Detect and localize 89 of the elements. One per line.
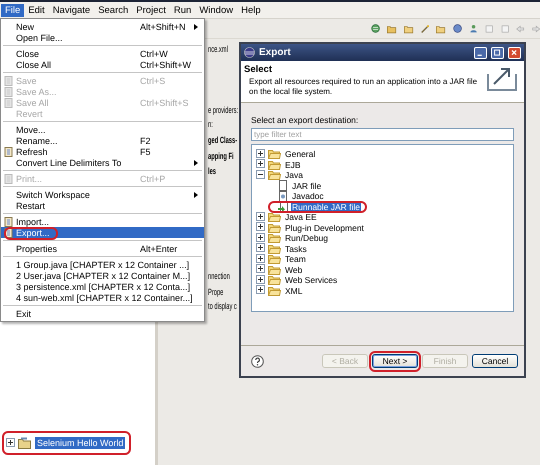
menu-item[interactable]: Convert Line Delimiters To <box>1 157 204 168</box>
form-label: n: <box>208 119 213 129</box>
folder-icon <box>268 170 281 180</box>
section-heading: les <box>208 166 216 176</box>
folder-icon <box>268 275 281 286</box>
menu-bar-item[interactable]: Navigate <box>48 4 94 16</box>
menu-item[interactable]: Close All Ctrl+Shift+W <box>1 59 204 70</box>
page-title: Select <box>244 64 273 75</box>
tree-item[interactable]: General <box>284 149 316 160</box>
folder-icon <box>268 254 281 264</box>
expand-icon[interactable] <box>256 274 265 284</box>
menu-item[interactable]: Import... <box>1 216 204 227</box>
section-heading: apping Fi <box>208 151 234 161</box>
expand-icon[interactable] <box>256 243 265 252</box>
tree-item[interactable]: Selenium Hello World <box>35 437 126 449</box>
folder-icon <box>268 212 281 222</box>
dialog-button[interactable]: Cancel <box>472 354 518 368</box>
person-icon[interactable] <box>469 22 478 35</box>
tree-item[interactable]: Tasks <box>284 244 308 254</box>
expand-icon[interactable] <box>6 438 15 446</box>
folder-icon <box>268 264 281 275</box>
tree-item[interactable]: Plug-in Development <box>284 222 365 233</box>
panel-message: to display c <box>208 301 237 311</box>
dialog-button[interactable]: Next > <box>372 354 418 368</box>
folder-icon <box>268 244 281 254</box>
page-description: Export all resources required to run an application into a JAR file on the local file system. <box>248 77 478 96</box>
menu-item[interactable]: Close Ctrl+W <box>1 48 204 59</box>
minimize-icon[interactable] <box>474 46 487 58</box>
expand-icon[interactable] <box>256 232 265 242</box>
wand-icon[interactable] <box>420 22 430 34</box>
expand-icon[interactable] <box>256 285 265 294</box>
menu-item[interactable]: Open File... <box>1 32 204 43</box>
section-header[interactable]: ged Class- <box>208 134 238 146</box>
tree-item[interactable]: Web <box>284 264 304 275</box>
menu-bar-item[interactable]: Run <box>170 4 196 16</box>
menu-item[interactable]: Properties Alt+Enter <box>1 243 204 254</box>
form-label: e providers: <box>208 105 238 115</box>
editor-tab[interactable]: nce.xml <box>208 43 228 55</box>
close-icon[interactable] <box>508 46 521 58</box>
collapse-icon[interactable] <box>256 170 265 179</box>
tree-item[interactable]: EJB <box>284 160 302 170</box>
menu-bar-item[interactable]: Project <box>132 4 170 16</box>
tree-item[interactable]: Javadoc <box>291 191 325 202</box>
menu-item[interactable]: Move... <box>1 124 204 135</box>
tree-item[interactable]: Team <box>284 254 307 264</box>
page-icon <box>278 180 288 192</box>
expand-icon[interactable] <box>256 159 265 168</box>
menu-item[interactable]: Export... <box>1 227 204 238</box>
expand-icon[interactable] <box>256 148 265 158</box>
menu-bar-item[interactable]: Help <box>237 4 265 16</box>
menu-item[interactable]: Restart <box>1 200 204 211</box>
tree-item[interactable]: Run/Debug <box>284 233 330 244</box>
filter-field[interactable]: type filter text <box>251 128 514 141</box>
panel-tab[interactable]: Prope <box>208 287 224 297</box>
expand-icon[interactable] <box>256 264 265 274</box>
help-icon[interactable] <box>251 354 264 368</box>
menu-item[interactable]: 2 User.java [CHAPTER x 12 Container M...] <box>1 270 204 281</box>
menu-item[interactable]: Exit <box>1 308 204 319</box>
panel-tab[interactable]: nnection <box>208 270 230 282</box>
folder-icon <box>268 233 281 244</box>
menu-item[interactable]: 3 persistence.xml [CHAPTER x 12 Conta...] <box>1 281 204 292</box>
tree-item[interactable]: Web Services <box>284 275 338 286</box>
menu-bar-item[interactable]: Edit <box>24 4 49 16</box>
menu-item[interactable]: Rename... F2 <box>1 135 204 146</box>
menu-item[interactable]: Refresh F5 <box>1 146 204 157</box>
menu-bar-item[interactable]: Search <box>94 4 132 16</box>
menu-item[interactable]: 4 sun-web.xml [CHAPTER x 12 Container...] <box>1 292 204 303</box>
window-title: Export <box>259 47 292 58</box>
tree-item[interactable]: JAR file <box>291 180 322 191</box>
folder-icon <box>268 149 281 160</box>
menu-bar-item[interactable]: File <box>1 4 24 16</box>
project-folder-icon <box>18 437 32 449</box>
folder-icon <box>268 160 281 170</box>
menu-item[interactable]: Switch Workspace <box>1 189 204 200</box>
folder-icon <box>268 222 281 233</box>
menu-item[interactable]: New Alt+Shift+N <box>1 21 204 32</box>
folder-icon <box>268 286 281 296</box>
expand-icon[interactable] <box>256 212 265 221</box>
expand-icon[interactable] <box>256 254 265 263</box>
menu-item[interactable]: 1 Group.java [CHAPTER x 12 Container ...] <box>1 259 204 270</box>
field-label: Select an export destination: <box>251 115 360 125</box>
maximize-icon[interactable] <box>491 46 504 58</box>
tree-item[interactable]: Java <box>284 170 304 180</box>
eclipse-sphere-icon <box>244 47 255 58</box>
tree-item[interactable]: Java EE <box>284 212 318 222</box>
expand-icon[interactable] <box>256 222 265 232</box>
menu-bar-item[interactable]: Window <box>195 4 238 16</box>
page-icon <box>278 190 288 202</box>
tree-item[interactable]: XML <box>284 286 304 296</box>
